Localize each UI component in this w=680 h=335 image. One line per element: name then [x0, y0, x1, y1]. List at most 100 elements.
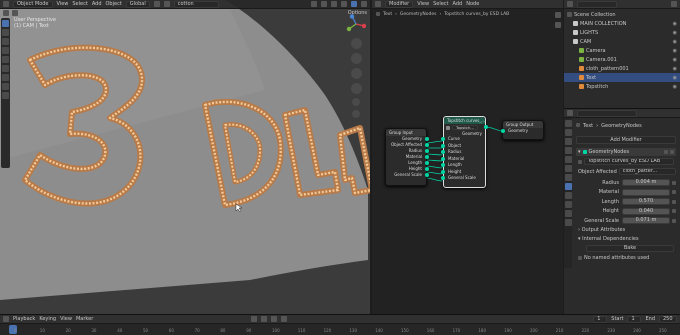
nodegroup-selector[interactable]: Topstitch curves_by ESD LAB — [578, 158, 674, 165]
move-tool-icon[interactable] — [2, 38, 9, 45]
render-tab-icon[interactable] — [565, 129, 572, 136]
menu-keying[interactable]: Keying — [39, 316, 56, 322]
search-input[interactable]: cotton — [173, 0, 219, 8]
outliner-item[interactable]: Topstitch ◉ — [564, 82, 680, 91]
scene-tab-icon[interactable] — [565, 156, 572, 163]
visibility-eye-icon[interactable]: ◉ — [673, 30, 677, 36]
visibility-eye-icon[interactable]: ◉ — [673, 21, 677, 27]
outliner-filter-input[interactable] — [577, 0, 617, 8]
visibility-eye-icon[interactable]: ◉ — [673, 84, 677, 90]
view-layer-tab-icon[interactable] — [565, 147, 572, 154]
outliner-item[interactable]: Text ◉ — [564, 73, 680, 82]
zoom-icon[interactable] — [350, 38, 362, 49]
play-icon[interactable] — [271, 316, 278, 322]
pan-icon[interactable] — [350, 53, 362, 64]
shading-material-icon[interactable] — [361, 1, 367, 7]
visibility-icon[interactable] — [311, 1, 317, 7]
output-socket[interactable] — [425, 137, 429, 141]
keyframe-icon[interactable] — [672, 209, 676, 213]
outliner-item[interactable]: Camera.001 ◉ — [564, 55, 680, 64]
properties-search-input[interactable] — [577, 109, 637, 117]
sidebar-tab-icon[interactable] — [352, 110, 360, 118]
bake-button[interactable]: Bake — [586, 245, 674, 252]
modifier-name[interactable]: GeometryNodes — [589, 149, 630, 155]
menu-marker[interactable]: Marker — [76, 316, 93, 322]
sidebar-tab-icon[interactable] — [352, 98, 360, 106]
annotate-tool-icon[interactable] — [2, 74, 9, 81]
input-socket[interactable] — [441, 143, 445, 148]
tool-tab-icon[interactable] — [555, 22, 561, 28]
topstitch-output-socket[interactable] — [484, 125, 488, 129]
menu-playback[interactable]: Playback — [13, 316, 35, 322]
input-socket[interactable] — [441, 176, 445, 181]
select-mode-icon[interactable] — [12, 10, 18, 16]
object-tab-icon[interactable] — [565, 174, 572, 181]
group-output-node[interactable]: Group Output Geometry — [502, 120, 544, 140]
output-socket[interactable] — [425, 167, 429, 171]
transform-orientation-dropdown[interactable]: Global — [125, 0, 150, 8]
editor-type-icon[interactable] — [567, 110, 573, 116]
menu-view[interactable]: View — [57, 1, 69, 7]
visibility-eye-icon[interactable]: ◉ — [673, 57, 677, 63]
modifier-tab-icon[interactable] — [565, 183, 572, 190]
input-socket[interactable] — [441, 163, 445, 168]
outliner-item[interactable]: CAM ◉ — [564, 37, 680, 46]
nodegroup-name[interactable]: Topstitch curves_by ESD LAB — [584, 158, 674, 165]
overlay-icon[interactable] — [331, 1, 337, 7]
xray-icon[interactable] — [341, 1, 347, 7]
input-value-field[interactable]: 0.040 — [622, 207, 670, 215]
ortho-toggle-icon[interactable] — [350, 83, 362, 94]
output-tab-icon[interactable] — [565, 138, 572, 145]
editor-type-icon[interactable] — [567, 1, 573, 7]
realtime-icon[interactable] — [664, 150, 668, 154]
input-value-field[interactable]: 0.071 m — [622, 217, 670, 224]
menu-view[interactable]: View — [60, 316, 72, 322]
outliner-item[interactable]: cloth_pattern001 ◉ — [564, 64, 680, 73]
internal-dependencies-panel[interactable]: ▾ Internal Dependencies — [578, 236, 639, 242]
output-socket[interactable] — [425, 149, 429, 153]
add-modifier-button[interactable]: Add Modifier — [576, 136, 676, 144]
input-value-field[interactable] — [622, 188, 670, 196]
current-frame-field[interactable]: 1 — [593, 315, 608, 323]
play-reverse-icon[interactable] — [261, 316, 268, 322]
nodegroup-field[interactable]: Topstch... — [452, 125, 478, 130]
jump-end-icon[interactable] — [281, 316, 288, 322]
camera-view-icon[interactable] — [350, 68, 362, 79]
world-tab-icon[interactable] — [565, 165, 572, 172]
output-socket[interactable] — [425, 173, 429, 177]
3d-viewport[interactable]: Object Mode View Select Add Object Globa… — [0, 0, 370, 314]
cursor-tool-icon[interactable] — [2, 29, 9, 36]
proportional-icon[interactable] — [163, 1, 170, 7]
outliner-item[interactable]: Camera ◉ — [564, 46, 680, 55]
input-socket[interactable] — [441, 156, 445, 161]
constraints-tab-icon[interactable] — [565, 210, 572, 217]
render-icon[interactable] — [670, 150, 674, 154]
editor-type-icon[interactable] — [3, 1, 9, 7]
input-socket[interactable] — [441, 150, 445, 155]
input-value-field[interactable]: 0.570 — [622, 198, 670, 205]
output-socket[interactable] — [425, 155, 429, 159]
visibility-eye-icon[interactable]: ◉ — [673, 48, 677, 54]
axis-gizmo-icon[interactable] — [346, 14, 366, 34]
snap-icon[interactable] — [153, 1, 160, 7]
keyframe-icon[interactable] — [672, 180, 676, 185]
gizmo-icon[interactable] — [321, 1, 327, 7]
input-socket[interactable] — [441, 169, 445, 174]
node-editor[interactable]: Modifier View Select Add Node Text › Geo… — [372, 0, 563, 314]
topstitch-node[interactable]: Topstitch curves_... Topstch... Geometry… — [441, 116, 486, 188]
editor-type-icon[interactable] — [3, 316, 9, 322]
shading-solid-icon[interactable] — [351, 1, 357, 7]
output-socket[interactable] — [425, 143, 429, 147]
node-tab-icon[interactable] — [555, 12, 561, 18]
data-tab-icon[interactable] — [565, 219, 572, 226]
measure-tool-icon[interactable] — [2, 83, 9, 90]
filter-icon[interactable] — [671, 1, 677, 7]
tool-tab-icon[interactable] — [565, 120, 572, 127]
visibility-eye-icon[interactable]: ◉ — [673, 39, 677, 45]
outliner-scene-collection[interactable]: Scene Collection — [564, 10, 680, 19]
group-input-node[interactable]: Group Input Geometry Object Affected Radiu… — [385, 128, 429, 186]
visibility-eye-icon[interactable]: ◉ — [673, 75, 677, 81]
output-attributes-panel[interactable]: › Output Attributes — [578, 227, 625, 233]
start-frame-field[interactable]: 1 — [627, 315, 642, 323]
outliner-item[interactable]: LIGHTS ◉ — [564, 28, 680, 37]
